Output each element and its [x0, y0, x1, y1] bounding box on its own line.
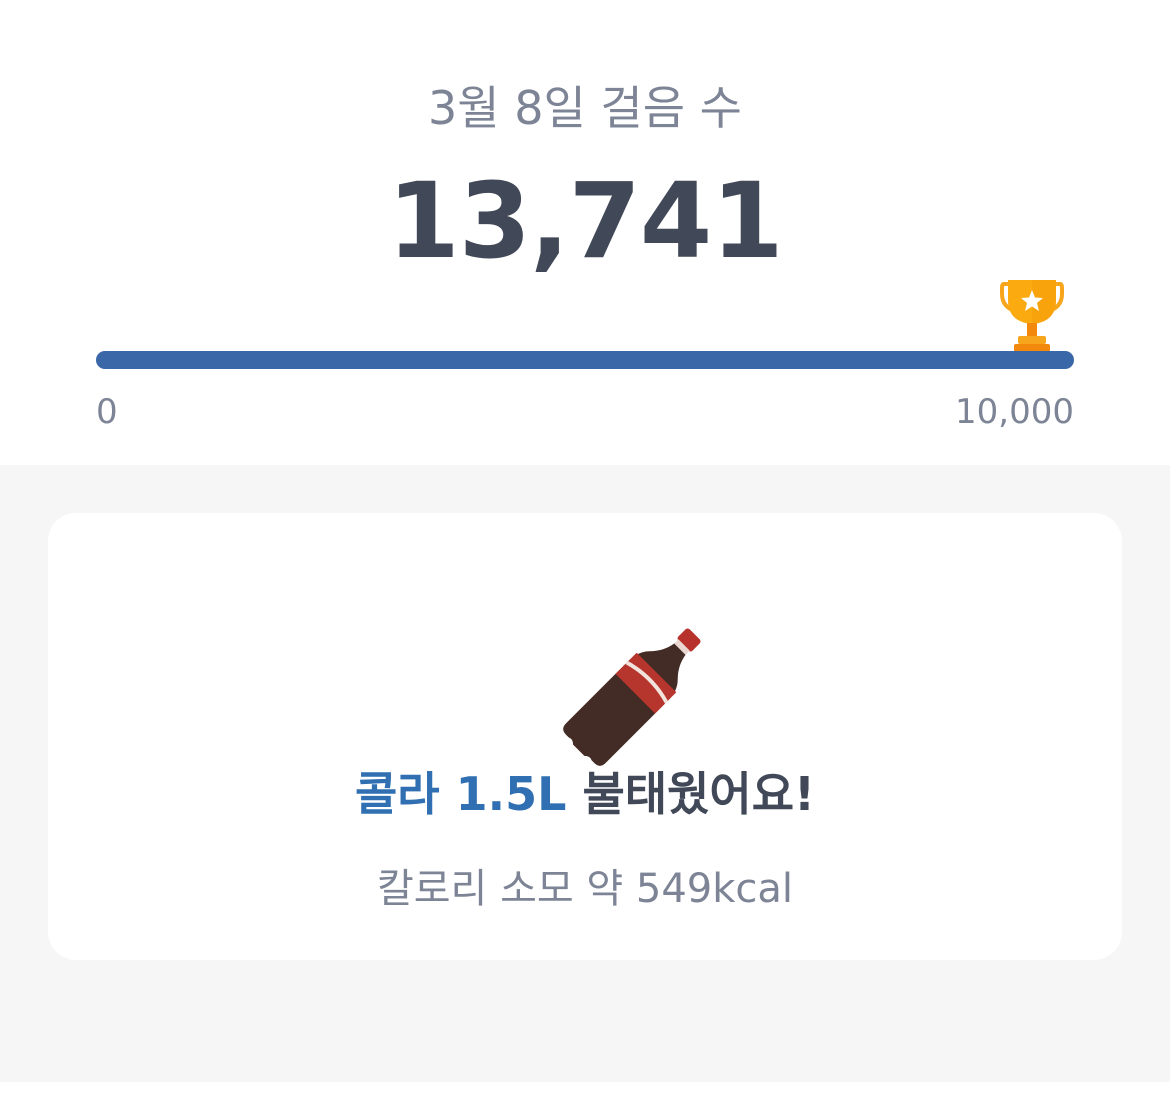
step-progress-bar	[96, 351, 1074, 369]
burned-headline-suffix: 불태웠어요!	[566, 767, 816, 821]
step-summary-section: 3월 8일 걸음 수 13,741 0 10,000	[0, 0, 1170, 465]
calorie-card: 콜라 1.5L 불태웠어요! 칼로리 소모 약 549kcal	[48, 513, 1122, 960]
step-count: 13,741	[387, 160, 783, 282]
reward-section: 콜라 1.5L 불태웠어요! 칼로리 소모 약 549kcal	[0, 465, 1170, 1082]
steps-page: 3월 8일 걸음 수 13,741 0 10,000 콜라 1.5L 불태웠어요…	[0, 0, 1170, 1113]
cola-bottle-icon	[556, 618, 716, 768]
burned-item-label: 콜라 1.5L	[354, 767, 567, 821]
bottom-strip	[0, 1082, 1170, 1113]
calorie-burned-text: 칼로리 소모 약 549kcal	[376, 866, 794, 912]
progress-fill	[96, 351, 1074, 369]
trophy-icon	[1000, 278, 1064, 354]
burned-headline: 콜라 1.5L 불태웠어요!	[48, 758, 1122, 824]
date-title: 3월 8일 걸음 수	[428, 81, 742, 135]
progress-min-label: 0	[96, 392, 118, 432]
progress-max-label: 10,000	[955, 392, 1074, 432]
